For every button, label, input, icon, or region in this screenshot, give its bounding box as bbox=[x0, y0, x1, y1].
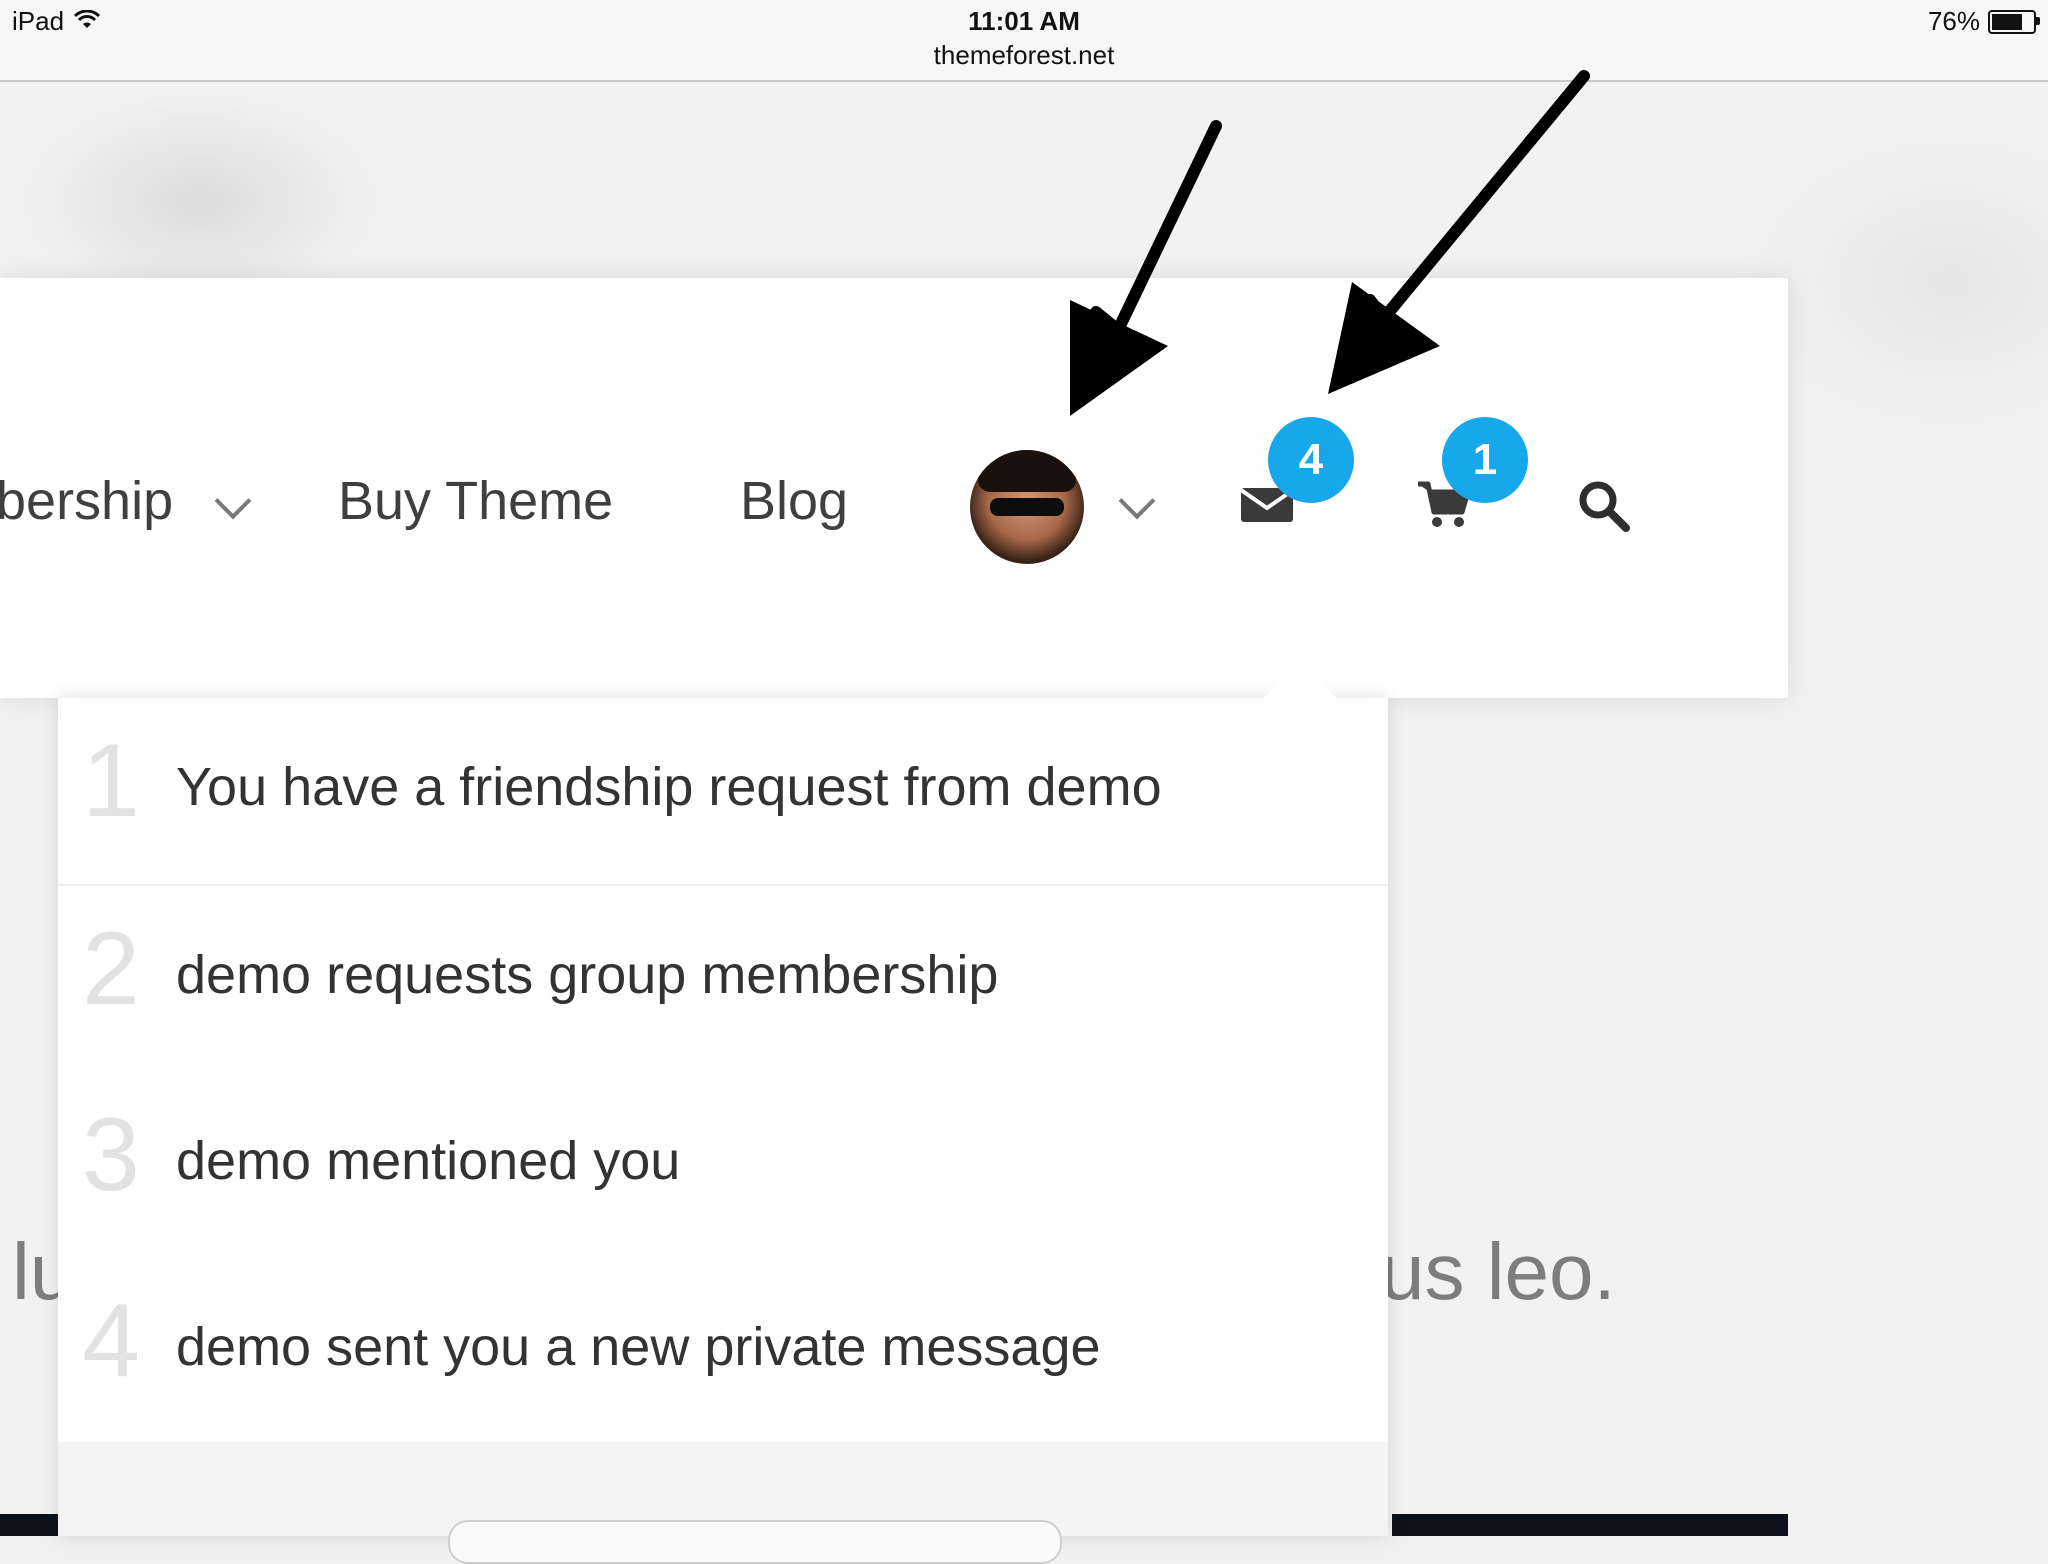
background-text-right: us leo. bbox=[1380, 1227, 1616, 1316]
battery-percent: 76% bbox=[1927, 6, 1980, 36]
notification-item[interactable]: 4 demo sent you a new private message bbox=[58, 1258, 1388, 1446]
avatar-sunglasses bbox=[990, 498, 1064, 516]
notification-text[interactable]: demo requests group membership bbox=[176, 944, 998, 1006]
site-header bbox=[0, 278, 1788, 698]
dropdown-caret bbox=[1264, 662, 1336, 698]
messages-badge[interactable]: 4 bbox=[1268, 417, 1354, 503]
dropdown-footer bbox=[58, 1442, 1388, 1564]
nav-blog[interactable]: Blog bbox=[740, 470, 848, 532]
battery-icon bbox=[1988, 9, 2040, 34]
status-time: 11:01 AM bbox=[968, 6, 1080, 36]
notification-number: 2 bbox=[82, 911, 140, 1027]
battery-fill bbox=[1992, 13, 2023, 30]
footer-strip-right bbox=[1392, 1514, 1788, 1536]
notification-number: 1 bbox=[82, 723, 140, 839]
notification-item[interactable]: 1 You have a friendship request from dem… bbox=[58, 698, 1388, 886]
notification-number: 4 bbox=[82, 1283, 140, 1399]
footer-strip-left bbox=[0, 1514, 58, 1536]
view-all-button[interactable] bbox=[448, 1520, 1062, 1564]
search-icon[interactable] bbox=[1576, 478, 1632, 539]
user-avatar[interactable] bbox=[970, 450, 1084, 564]
address-bar-url[interactable]: themeforest.net bbox=[0, 40, 2048, 71]
notification-text[interactable]: demo mentioned you bbox=[176, 1130, 680, 1192]
nav-membership[interactable]: bership bbox=[0, 470, 173, 532]
cart-badge[interactable]: 1 bbox=[1442, 417, 1528, 503]
notification-number: 3 bbox=[82, 1097, 140, 1213]
status-right: 76% bbox=[1927, 6, 2040, 37]
ios-status-bar: iPad 11:01 AM themeforest.net 76% bbox=[0, 0, 2048, 82]
avatar-hair bbox=[978, 450, 1076, 492]
notification-text[interactable]: demo sent you a new private message bbox=[176, 1316, 1101, 1378]
notifications-dropdown: 1 You have a friendship request from dem… bbox=[58, 662, 1388, 1564]
notification-item[interactable]: 3 demo mentioned you bbox=[58, 1072, 1388, 1260]
notification-text[interactable]: You have a friendship request from demo bbox=[176, 756, 1162, 818]
notification-item[interactable]: 2 demo requests group membership bbox=[58, 886, 1388, 1074]
nav-buy-theme[interactable]: Buy Theme bbox=[338, 470, 613, 532]
